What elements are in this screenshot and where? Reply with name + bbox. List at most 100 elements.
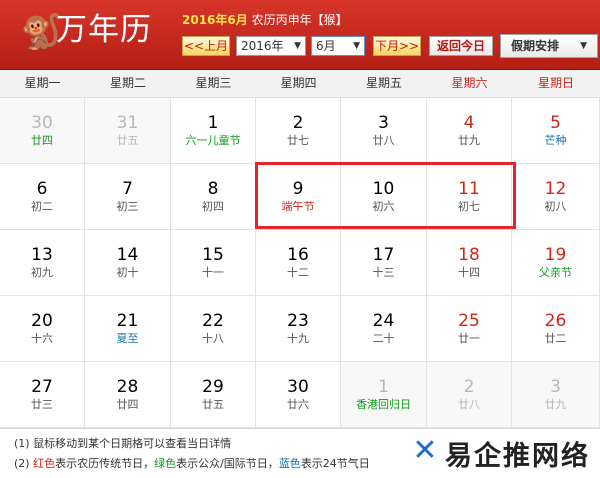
legend-red-desc: 表示农历传统节日， bbox=[55, 457, 155, 470]
day-number: 2 bbox=[463, 377, 475, 397]
day-number: 6 bbox=[36, 179, 48, 199]
day-cell[interactable]: 2 廿八 bbox=[427, 362, 512, 428]
lunar-date: 十一 bbox=[202, 266, 224, 279]
day-cell[interactable]: 24 二十 bbox=[341, 296, 427, 362]
day-cell[interactable]: 4 廿九 bbox=[427, 98, 512, 164]
day-number: 13 bbox=[31, 245, 53, 265]
day-number: 25 bbox=[458, 311, 480, 331]
day-cell[interactable]: 14 初十 bbox=[85, 230, 171, 296]
current-year-month: 2016年6月 bbox=[182, 13, 248, 27]
chevron-down-icon: ▼ bbox=[294, 41, 301, 51]
lunar-date: 廿九 bbox=[458, 134, 480, 147]
day-cell[interactable]: 19 父亲节 bbox=[512, 230, 600, 296]
day-number: 4 bbox=[463, 113, 475, 133]
year-select[interactable]: 2016年 ▼ bbox=[236, 36, 306, 56]
lunar-date: 廿八 bbox=[458, 398, 480, 411]
lunar-date: 初八 bbox=[544, 200, 567, 213]
day-cell[interactable]: 26 廿二 bbox=[512, 296, 600, 362]
day-cell[interactable]: 13 初九 bbox=[0, 230, 85, 296]
day-cell[interactable]: 31 廿五 bbox=[85, 98, 171, 164]
day-cell[interactable]: 1 六一儿童节 bbox=[171, 98, 256, 164]
year-select-value: 2016年 bbox=[241, 39, 284, 53]
app-title: 万年历 bbox=[56, 12, 152, 48]
holiday-schedule-dropdown[interactable]: 假期安排 ▼ bbox=[500, 34, 598, 58]
day-cell[interactable]: 29 廿五 bbox=[171, 362, 256, 428]
day-number: 2 bbox=[292, 113, 304, 133]
lunar-date: 芒种 bbox=[544, 134, 567, 147]
day-cell[interactable]: 28 廿四 bbox=[85, 362, 171, 428]
day-number: 24 bbox=[372, 311, 395, 331]
watermark-text: 易企推网络 bbox=[445, 441, 590, 472]
day-number: 21 bbox=[116, 311, 139, 331]
lunar-date: 初四 bbox=[202, 200, 224, 213]
next-month-button[interactable]: 下月>> bbox=[373, 36, 421, 56]
day-cell[interactable]: 15 十一 bbox=[171, 230, 256, 296]
legend-green-desc: 表示公众/国际节日， bbox=[176, 457, 279, 470]
lunar-date: 廿四 bbox=[116, 398, 139, 411]
lunar-date: 廿九 bbox=[544, 398, 567, 411]
lunar-date: 廿二 bbox=[544, 332, 567, 345]
day-cell[interactable]: 18 十四 bbox=[427, 230, 512, 296]
day-number: 1 bbox=[207, 113, 219, 133]
day-cell[interactable]: 6 初二 bbox=[0, 164, 85, 230]
weekday-label: 星期四 bbox=[280, 76, 317, 90]
weekday-label: 星期一 bbox=[24, 76, 61, 90]
day-cell[interactable]: 22 十八 bbox=[171, 296, 256, 362]
day-cell[interactable]: 27 廿三 bbox=[0, 362, 85, 428]
day-number: 5 bbox=[550, 113, 561, 133]
weekday-header: 星期一 星期二 星期三 星期四 星期五 星期六 星期日 bbox=[0, 70, 600, 98]
lunar-date: 十三 bbox=[372, 266, 395, 279]
lunar-date: 廿三 bbox=[31, 398, 53, 411]
day-number: 16 bbox=[287, 245, 309, 265]
day-number: 8 bbox=[207, 179, 219, 199]
lunar-date: 二十 bbox=[372, 332, 395, 345]
day-number: 7 bbox=[122, 179, 133, 199]
day-cell[interactable]: 30 廿六 bbox=[256, 362, 341, 428]
day-cell[interactable]: 20 十六 bbox=[0, 296, 85, 362]
day-cell[interactable]: 16 十二 bbox=[256, 230, 341, 296]
lunar-date: 十二 bbox=[287, 266, 309, 279]
day-cell[interactable]: 21 夏至 bbox=[85, 296, 171, 362]
day-cell[interactable]: 2 廿七 bbox=[256, 98, 341, 164]
lunar-date: 初三 bbox=[116, 200, 139, 213]
lunar-date: 十四 bbox=[458, 266, 480, 279]
day-cell[interactable]: 23 十九 bbox=[256, 296, 341, 362]
day-cell[interactable]: 30 廿四 bbox=[0, 98, 85, 164]
legend-blue-desc: 表示24节气日 bbox=[300, 457, 370, 470]
day-cell[interactable]: 17 十三 bbox=[341, 230, 427, 296]
legend-green-word: 绿色 bbox=[154, 457, 177, 470]
day-number: 15 bbox=[202, 245, 224, 265]
day-cell[interactable]: 12 初八 bbox=[512, 164, 600, 230]
legend-red-word: 红色 bbox=[33, 457, 56, 470]
weekday-label: 星期二 bbox=[109, 76, 146, 90]
day-number: 14 bbox=[116, 245, 139, 265]
legend-blue-word: 蓝色 bbox=[278, 457, 301, 470]
day-cell[interactable]: 7 初三 bbox=[85, 164, 171, 230]
month-select[interactable]: 6月 ▼ bbox=[311, 36, 365, 56]
weekday-label: 星期日 bbox=[537, 76, 574, 90]
calendar-header: 🐒 万年历 2016年6月 农历丙申年【猴】 <<上月 2016年 ▼ 6月 ▼… bbox=[0, 0, 600, 70]
month-select-value: 6月 bbox=[316, 39, 336, 53]
day-number: 18 bbox=[458, 245, 480, 265]
prev-month-button[interactable]: <<上月 bbox=[182, 36, 230, 56]
lunar-date: 十九 bbox=[287, 332, 309, 345]
day-cell[interactable]: 3 廿八 bbox=[341, 98, 427, 164]
day-cell[interactable]: 8 初四 bbox=[171, 164, 256, 230]
day-cell[interactable]: 3 廿九 bbox=[512, 362, 600, 428]
lunar-year: 农历丙申年【猴】 bbox=[251, 13, 348, 27]
lunar-date: 廿六 bbox=[287, 398, 309, 411]
footer-tip-2: (2) 红色表示农历传统节日，绿色表示公众/国际节日，蓝色表示24节气日 bbox=[14, 455, 370, 471]
day-cell[interactable]: 25 廿一 bbox=[427, 296, 512, 362]
lunar-date: 初二 bbox=[31, 200, 53, 213]
day-cell[interactable]: 1 香港回归日 bbox=[341, 362, 427, 428]
chevron-down-icon: ▼ bbox=[353, 41, 360, 51]
footer-tip-2-prefix: (2) bbox=[14, 457, 30, 470]
lunar-date: 廿五 bbox=[116, 134, 139, 147]
day-number: 3 bbox=[378, 113, 389, 133]
day-number: 23 bbox=[287, 311, 309, 331]
lunar-date: 香港回归日 bbox=[356, 398, 411, 411]
day-cell[interactable]: 5 芒种 bbox=[512, 98, 600, 164]
weekday-label: 星期六 bbox=[451, 76, 488, 90]
back-to-today-button[interactable]: 返回今日 bbox=[429, 36, 493, 56]
day-number: 30 bbox=[31, 113, 53, 133]
